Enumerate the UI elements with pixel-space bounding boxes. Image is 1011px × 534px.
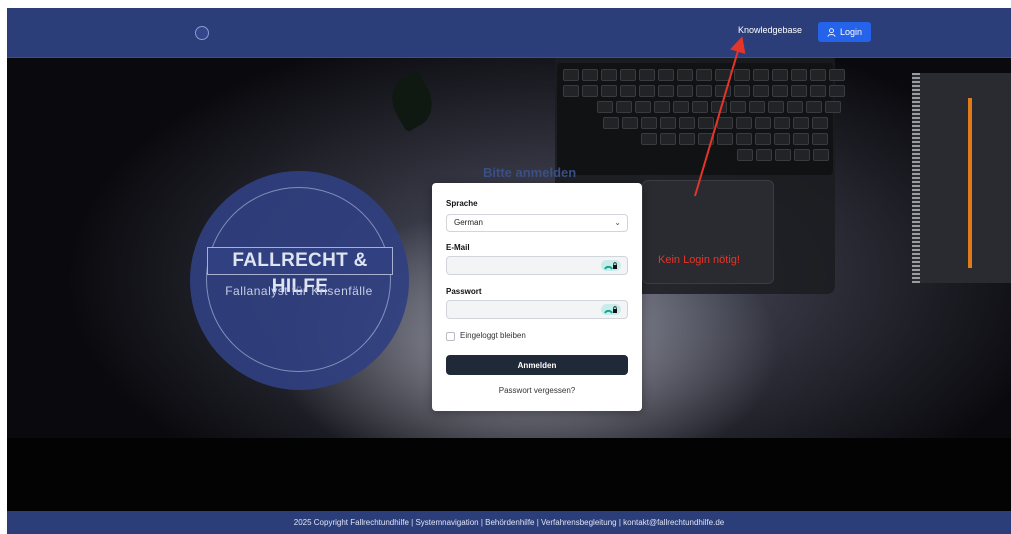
annotation-text: Kein Login nötig! (658, 254, 740, 266)
forgot-password-link[interactable]: Passwort vergessen? (446, 386, 628, 395)
submit-button[interactable]: Anmelden (446, 355, 628, 375)
remember-checkbox[interactable] (446, 332, 455, 341)
plant-image (382, 69, 442, 133)
key-row (563, 69, 845, 81)
user-icon (827, 27, 836, 37)
language-label: Sprache (446, 199, 478, 208)
key-row (641, 133, 828, 145)
pencil-image (968, 98, 972, 268)
notebook-image (912, 73, 1011, 283)
chevron-down-icon: ⌄ (614, 218, 621, 227)
knowledgebase-link[interactable]: Knowledgebase (738, 25, 802, 35)
browser-viewport: FALLRECHT & HILFE Fallanalyst für Krisen… (7, 8, 1011, 534)
login-button-label: Login (839, 27, 863, 37)
trackpad-image (642, 180, 774, 284)
desk-shadow (7, 438, 1011, 511)
email-label: E-Mail (446, 243, 470, 252)
hero-background: FALLRECHT & HILFE Fallanalyst für Krisen… (7, 58, 1011, 511)
site-logo-icon[interactable] (195, 26, 209, 40)
top-navbar: Knowledgebase Login (7, 8, 1011, 58)
language-select[interactable]: German ⌄ (446, 214, 628, 232)
remember-label[interactable]: Eingeloggt bleiben (460, 331, 526, 340)
password-field[interactable] (446, 300, 628, 319)
brand-title: FALLRECHT & HILFE (207, 247, 393, 297)
password-manager-icon[interactable] (601, 260, 621, 271)
key-row (603, 117, 828, 129)
key-row (563, 85, 845, 97)
notebook-rings (912, 73, 920, 283)
password-label: Passwort (446, 287, 482, 296)
brand-subtitle: Fallanalyst für Krisenfälle (225, 284, 373, 298)
login-button[interactable]: Login (818, 22, 871, 42)
password-manager-icon[interactable] (601, 304, 621, 315)
login-heading: Bitte anmelden (483, 165, 577, 180)
language-value: German (454, 218, 483, 227)
key-row (737, 149, 829, 161)
email-field[interactable] (446, 256, 628, 275)
footer: 2025 Copyright Fallrechtundhilfe | Syste… (7, 511, 1011, 534)
keyboard-image (557, 63, 845, 175)
key-row (597, 101, 841, 113)
login-card: Sprache German ⌄ E-Mail Passwort Eingelo… (432, 183, 642, 411)
